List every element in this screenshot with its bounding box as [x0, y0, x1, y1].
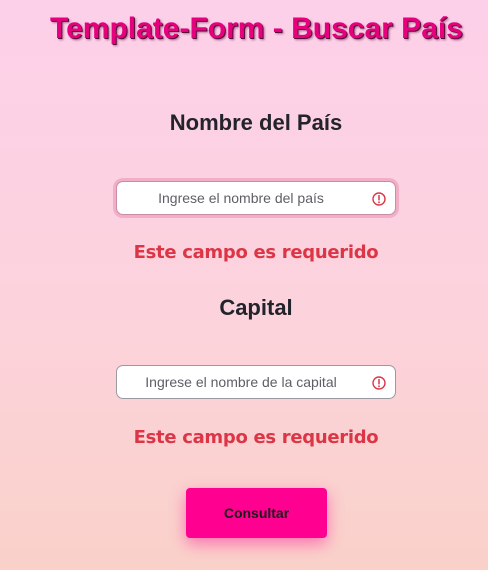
exclamation-circle-icon: [372, 376, 386, 390]
country-label: Nombre del País: [169, 110, 343, 135]
country-error-message: Este campo es requerido: [133, 242, 379, 263]
exclamation-circle-icon: [372, 192, 386, 206]
capital-input[interactable]: Ingrese el nombre de la capital: [116, 365, 396, 399]
page-title: Template-Form - Buscar País: [50, 12, 463, 45]
capital-error-message: Este campo es requerido: [133, 427, 379, 448]
country-input[interactable]: Ingrese el nombre del país: [116, 181, 396, 215]
capital-input-placeholder: Ingrese el nombre de la capital: [145, 374, 337, 390]
country-input-placeholder: Ingrese el nombre del país: [158, 190, 324, 206]
consultar-button[interactable]: Consultar: [186, 488, 327, 538]
capital-label: Capital: [219, 295, 293, 320]
